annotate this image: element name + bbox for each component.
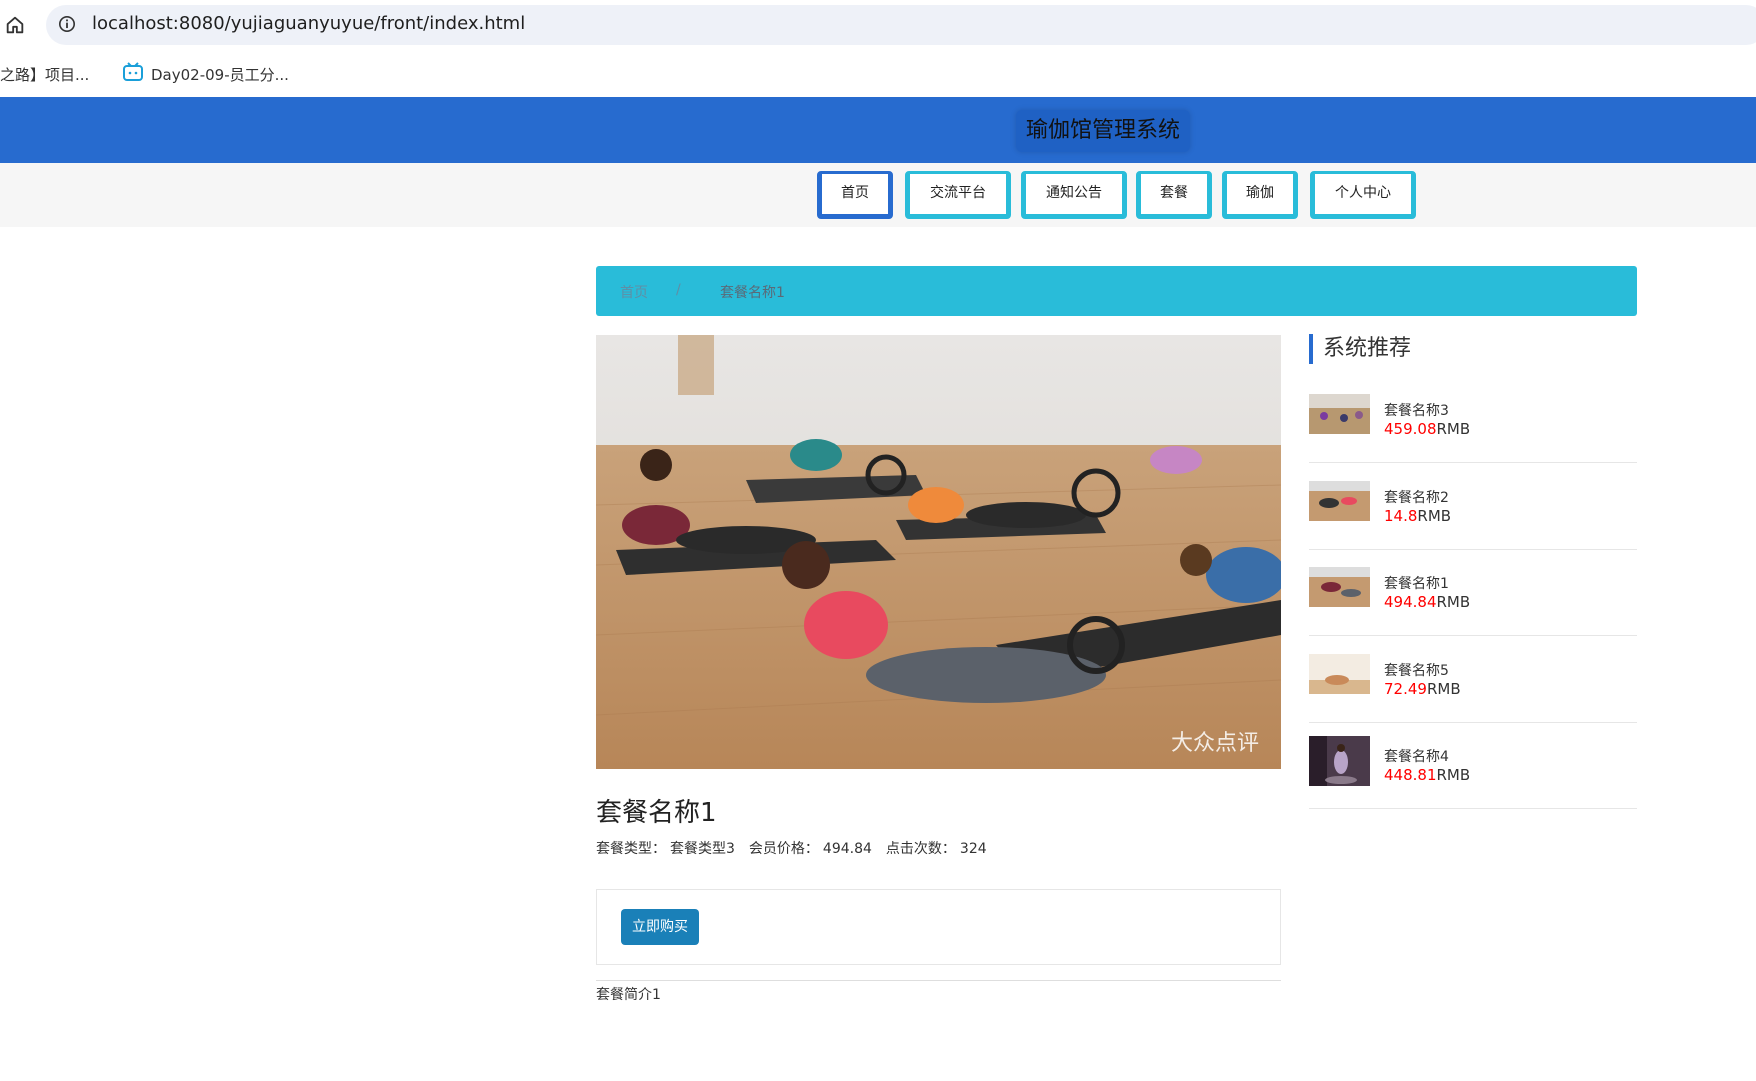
- nav-package[interactable]: 套餐: [1136, 171, 1212, 219]
- recommend-name[interactable]: 套餐名称1: [1384, 573, 1449, 593]
- clicks-value: 324: [959, 841, 987, 857]
- nav-profile[interactable]: 个人中心: [1310, 171, 1416, 219]
- nav-home[interactable]: 首页: [817, 171, 893, 219]
- product-title: 套餐名称1: [596, 798, 717, 828]
- recommend-thumbnail[interactable]: [1309, 736, 1370, 786]
- recommend-price: 494.84RMB: [1384, 593, 1471, 611]
- watermark-text: 大众点评: [1171, 731, 1259, 756]
- nav-forum[interactable]: 交流平台: [905, 171, 1011, 219]
- recommend-thumbnail[interactable]: [1309, 567, 1370, 607]
- recommend-item[interactable]: 套餐名称3 459.08RMB: [1309, 376, 1637, 463]
- price-label: 会员价格：: [748, 841, 819, 857]
- price-value: 494.84: [822, 841, 872, 857]
- breadcrumb-separator: /: [676, 282, 681, 298]
- recommend-name[interactable]: 套餐名称4: [1384, 746, 1449, 766]
- home-icon[interactable]: [4, 14, 26, 36]
- type-value: 套餐类型3: [670, 841, 735, 857]
- bookmark-item[interactable]: 之路】项目...: [0, 64, 89, 85]
- bookmark-item[interactable]: Day02-09-员工分...: [151, 64, 289, 85]
- recommend-title: 系统推荐: [1309, 334, 1411, 364]
- recommend-price: 72.49RMB: [1384, 680, 1461, 698]
- breadcrumb: 首页 / 套餐名称1: [596, 266, 1637, 316]
- bilibili-icon: [123, 62, 143, 81]
- nav-notice[interactable]: 通知公告: [1021, 171, 1127, 219]
- main-nav: 首页 交流平台 通知公告 套餐 瑜伽 个人中心: [0, 163, 1756, 227]
- product-image: 大众点评: [596, 335, 1281, 769]
- type-label: 套餐类型：: [596, 841, 666, 857]
- recommend-price: 459.08RMB: [1384, 420, 1471, 438]
- product-intro: 套餐简介1: [596, 987, 661, 1003]
- recommend-price: 14.8RMB: [1384, 507, 1452, 525]
- site-title: 瑜伽馆管理系统: [1016, 110, 1191, 152]
- recommend-thumbnail[interactable]: [1309, 394, 1370, 434]
- recommend-thumbnail[interactable]: [1309, 654, 1370, 694]
- recommend-item[interactable]: 套餐名称2 14.8RMB: [1309, 463, 1637, 550]
- breadcrumb-home[interactable]: 首页: [620, 282, 648, 302]
- recommend-item[interactable]: 套餐名称1 494.84RMB: [1309, 549, 1637, 636]
- buy-now-button[interactable]: 立即购买: [621, 909, 699, 945]
- url-text[interactable]: localhost:8080/yujiaguanyuyue/front/inde…: [92, 13, 525, 34]
- recommend-item[interactable]: 套餐名称4 448.81RMB: [1309, 722, 1637, 809]
- divider: [596, 980, 1281, 981]
- clicks-label: 点击次数：: [885, 841, 956, 857]
- buy-panel: 立即购买: [596, 889, 1281, 965]
- bookmarks-bar: 之路】项目... Day02-09-员工分...: [0, 50, 1756, 97]
- recommend-price: 448.81RMB: [1384, 766, 1471, 784]
- nav-yoga[interactable]: 瑜伽: [1222, 171, 1298, 219]
- recommend-name[interactable]: 套餐名称5: [1384, 660, 1449, 680]
- product-meta: 套餐类型： 套餐类型3 会员价格： 494.84 点击次数： 324: [596, 838, 991, 858]
- recommend-name[interactable]: 套餐名称3: [1384, 400, 1449, 420]
- breadcrumb-current: 套餐名称1: [720, 285, 785, 301]
- recommend-item[interactable]: 套餐名称5 72.49RMB: [1309, 636, 1637, 723]
- site-info-icon[interactable]: [58, 15, 76, 33]
- recommend-name[interactable]: 套餐名称2: [1384, 487, 1449, 507]
- browser-address-bar: localhost:8080/yujiaguanyuyue/front/inde…: [0, 0, 1756, 50]
- site-header: 瑜伽馆管理系统: [0, 97, 1756, 163]
- recommend-thumbnail[interactable]: [1309, 481, 1370, 521]
